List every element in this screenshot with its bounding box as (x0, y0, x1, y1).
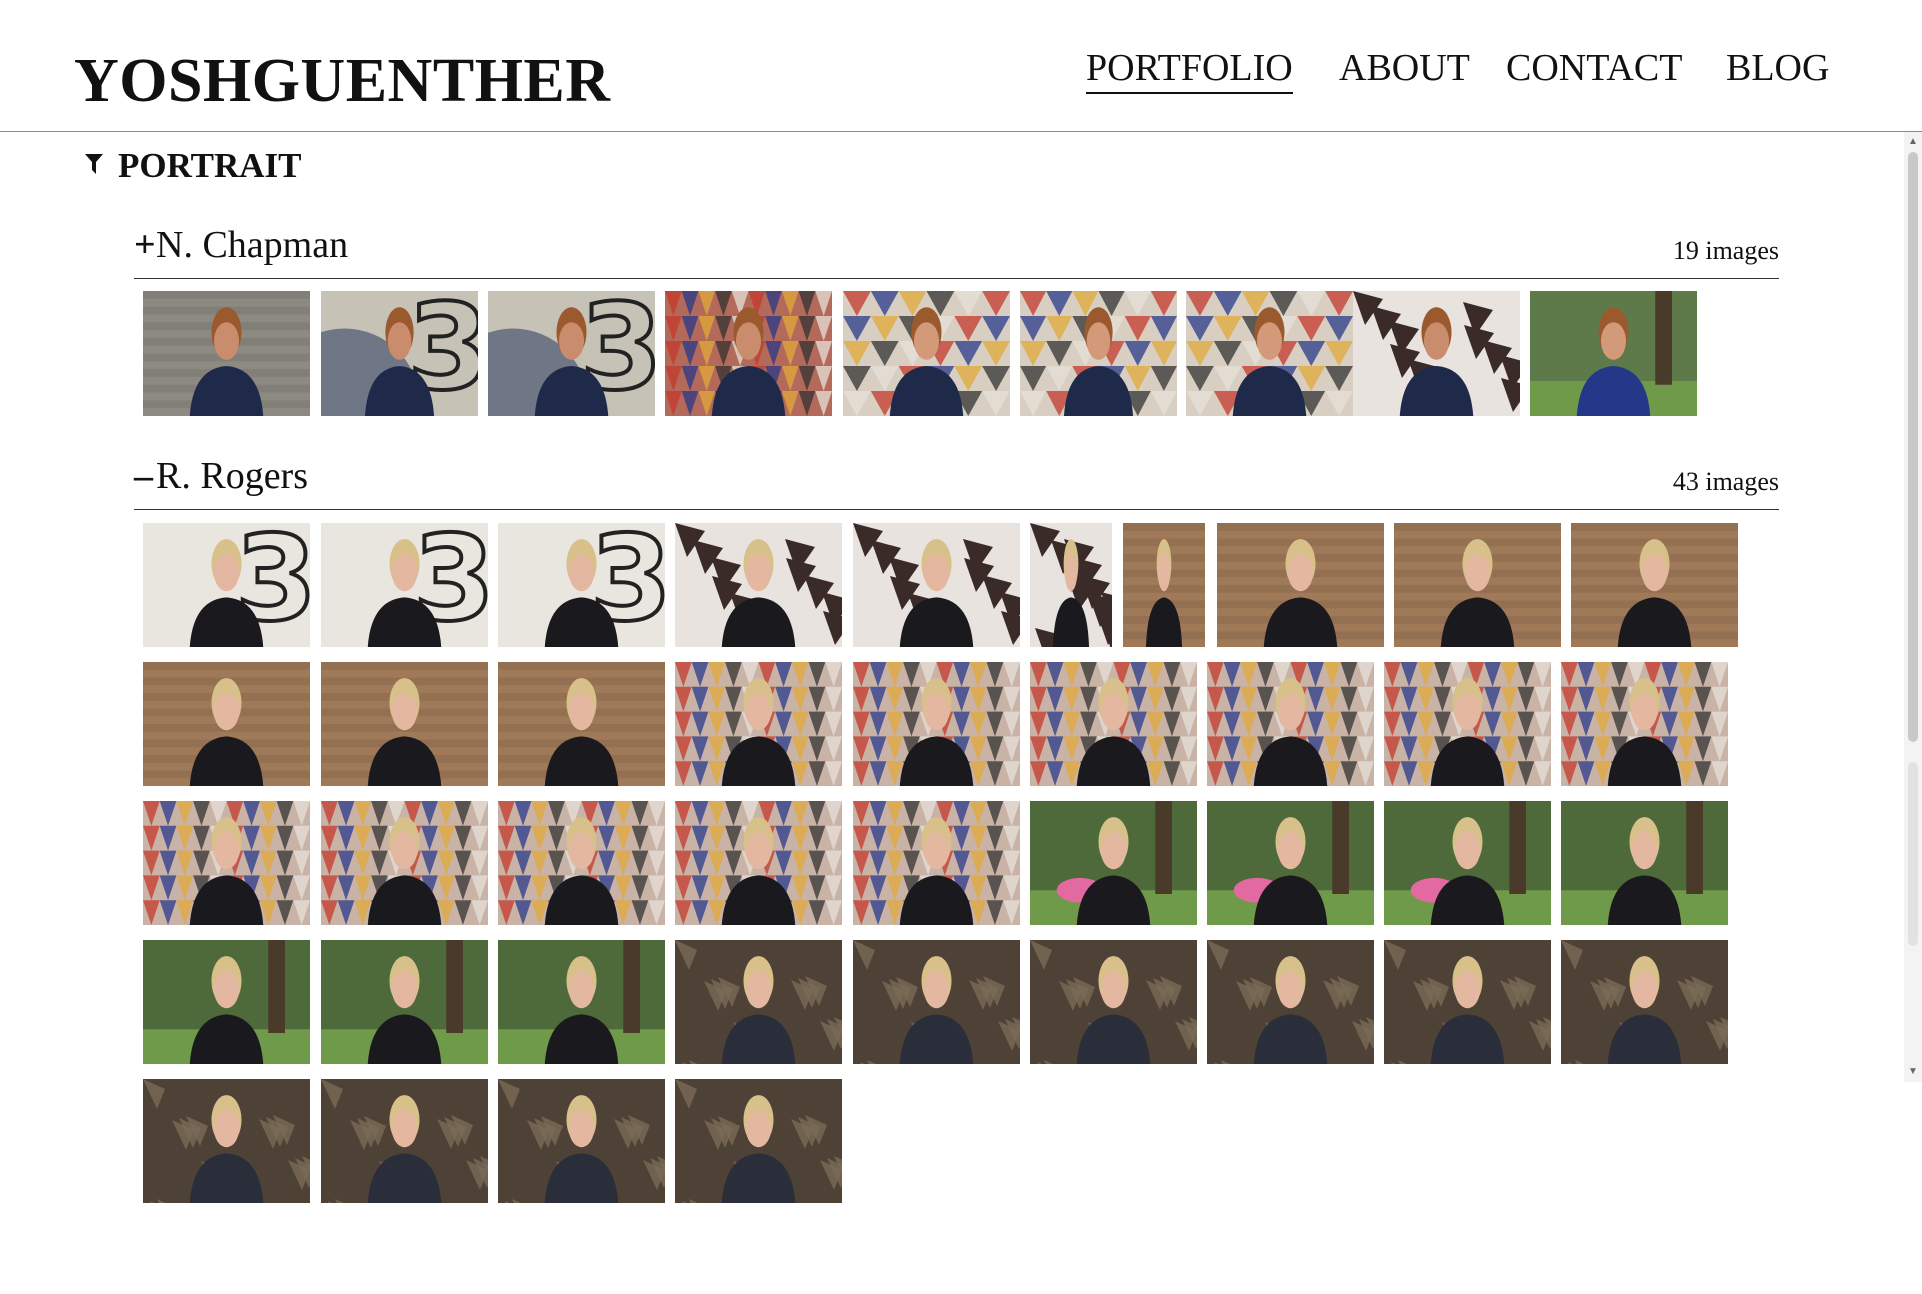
photo-thumbnail[interactable] (1530, 291, 1697, 416)
photo-thumbnail[interactable] (143, 291, 310, 416)
photo-thumbnail[interactable] (321, 1079, 488, 1203)
nav-about[interactable]: ABOUT (1339, 44, 1470, 92)
photo-thumbnail[interactable]: 3 (143, 523, 310, 647)
photo-thumbnail[interactable] (853, 940, 1020, 1064)
photo-thumbnail[interactable] (143, 662, 310, 786)
photo-thumbnail[interactable] (498, 662, 665, 786)
photo-thumbnail[interactable] (1561, 662, 1728, 786)
photo-thumbnail[interactable] (675, 801, 842, 925)
photo-thumbnail[interactable] (1384, 940, 1551, 1064)
photo-thumbnail[interactable] (1561, 940, 1728, 1064)
photo-thumbnail[interactable] (498, 940, 665, 1064)
photo-thumbnail[interactable]: 3 (321, 523, 488, 647)
photo-thumbnail[interactable] (665, 291, 832, 416)
album-header-rogers[interactable]: – R. Rogers 43 images (134, 457, 1779, 510)
photo-thumbnail[interactable] (1030, 662, 1197, 786)
photo-thumbnail[interactable] (1020, 291, 1177, 416)
photo-thumbnail[interactable] (1207, 662, 1374, 786)
photo-thumbnail[interactable]: 3 (488, 291, 655, 416)
site-logo[interactable]: YOSHGUENTHER (74, 42, 611, 120)
photo-thumbnail[interactable] (675, 662, 842, 786)
photo-thumbnail[interactable] (321, 662, 488, 786)
photo-thumbnail[interactable] (1353, 291, 1520, 416)
photo-thumbnail[interactable] (1123, 523, 1205, 647)
photo-thumbnail[interactable]: 3 (321, 291, 478, 416)
funnel-icon (84, 153, 104, 180)
nav-contact[interactable]: CONTACT (1506, 44, 1682, 92)
category-label: PORTRAIT (118, 146, 302, 185)
photo-thumbnail[interactable] (143, 1079, 310, 1203)
photo-thumbnail[interactable] (675, 940, 842, 1064)
scroll-down-icon[interactable]: ▼ (1904, 1064, 1922, 1080)
album-image-count: 19 images (1672, 236, 1779, 265)
photo-thumbnail[interactable] (1394, 523, 1561, 647)
photo-thumbnail[interactable] (143, 801, 310, 925)
nav-portfolio[interactable]: PORTFOLIO (1086, 44, 1293, 94)
vertical-scrollbar[interactable]: ▲ ▼ (1904, 132, 1922, 1082)
album-header-chapman[interactable]: + N. Chapman 19 images (134, 226, 1779, 279)
photo-thumbnail[interactable] (853, 523, 1020, 647)
scrollbar-thumb[interactable] (1908, 152, 1918, 742)
album-name: N. Chapman (156, 224, 349, 266)
photo-thumbnail[interactable] (1207, 801, 1374, 925)
photo-thumbnail[interactable] (1030, 801, 1197, 925)
photo-thumbnail[interactable] (1217, 523, 1384, 647)
photo-thumbnail[interactable] (1030, 940, 1197, 1064)
photo-thumbnail[interactable] (675, 1079, 842, 1203)
scroll-up-icon[interactable]: ▲ (1904, 134, 1922, 150)
scrollbar-track-segment (1908, 762, 1918, 946)
photo-thumbnail[interactable] (321, 940, 488, 1064)
photo-thumbnail[interactable] (321, 801, 488, 925)
photo-thumbnail[interactable] (853, 801, 1020, 925)
photo-thumbnail[interactable] (1571, 523, 1738, 647)
album-name: R. Rogers (156, 455, 308, 497)
category-portrait[interactable]: PORTRAIT (84, 146, 302, 196)
photo-thumbnail[interactable] (1207, 940, 1374, 1064)
photo-thumbnail[interactable] (1384, 801, 1551, 925)
photo-thumbnail[interactable] (853, 662, 1020, 786)
photo-thumbnail[interactable] (1030, 523, 1112, 647)
photo-thumbnail[interactable] (1186, 291, 1353, 416)
photo-thumbnail[interactable] (1561, 801, 1728, 925)
album-image-count: 43 images (1672, 467, 1779, 496)
photo-thumbnail[interactable] (143, 940, 310, 1064)
photo-thumbnail[interactable] (675, 523, 842, 647)
photo-thumbnail[interactable] (843, 291, 1010, 416)
photo-thumbnail[interactable] (1384, 662, 1551, 786)
site-header: YOSHGUENTHER PORTFOLIO ABOUT CONTACT BLO… (0, 0, 1922, 132)
expand-toggle[interactable]: + (134, 226, 156, 264)
nav-blog[interactable]: BLOG (1726, 44, 1829, 92)
photo-thumbnail[interactable] (498, 801, 665, 925)
photo-thumbnail[interactable] (498, 1079, 665, 1203)
photo-thumbnail[interactable]: 3 (498, 523, 665, 647)
collapse-toggle[interactable]: – (134, 457, 153, 495)
